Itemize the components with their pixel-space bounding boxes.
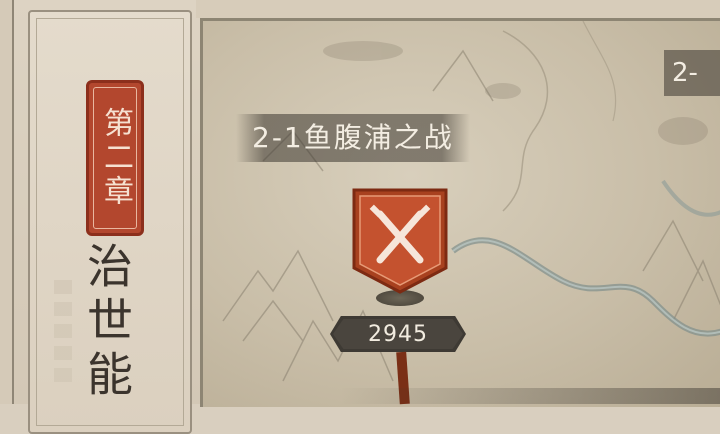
map-terrain xyxy=(222,21,720,382)
power-plate: 2945 xyxy=(330,316,466,352)
stage-label-next[interactable]: 2- xyxy=(664,50,720,96)
bottom-stage-strip xyxy=(340,388,720,404)
chapter-badge: 第二章 xyxy=(86,80,144,236)
recommended-power: 2945 xyxy=(368,321,428,347)
chapter-panel: 第二章 治世能 xyxy=(0,0,200,434)
map-top-border xyxy=(196,0,720,18)
battle-flag-button[interactable] xyxy=(350,186,450,296)
faded-seal-decoration xyxy=(54,280,72,390)
chapter-number: 第二章 xyxy=(98,107,133,209)
stage-label-current[interactable]: 2-1鱼腹浦之战 xyxy=(236,114,470,162)
campaign-map[interactable] xyxy=(200,18,720,407)
chapter-title: 治世能 xyxy=(80,242,134,404)
panel-edge xyxy=(0,0,14,404)
